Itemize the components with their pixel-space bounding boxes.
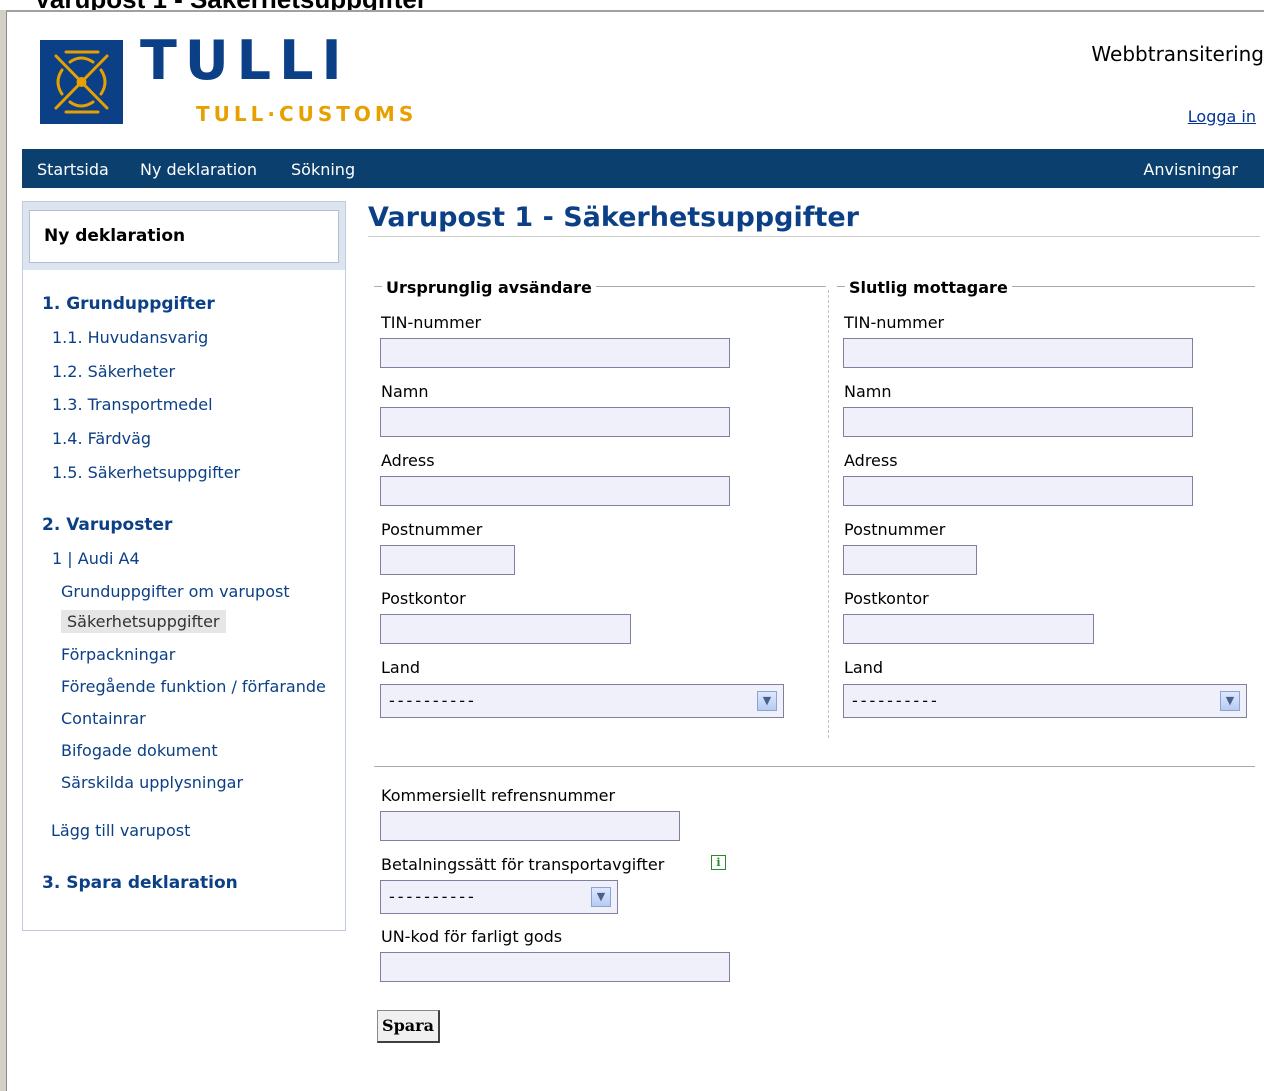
nav-anvisningar[interactable]: Anvisningar xyxy=(1143,160,1238,179)
consignor-legend: Ursprunglig avsändare xyxy=(382,278,596,297)
consignee-country-label: Land xyxy=(844,658,884,677)
sidebar-section-varuposter[interactable]: 2. Varuposter xyxy=(42,515,172,535)
consignee-postcode-label: Postnummer xyxy=(844,520,946,539)
title-divider xyxy=(368,236,1260,237)
sidebar-item-sakerhetsuppgifter[interactable]: 1.5. Säkerhetsuppgifter xyxy=(52,463,240,482)
sidebar-subitem-bifogade-dokument[interactable]: Bifogade dokument xyxy=(61,741,218,760)
sidebar-item-fardvag[interactable]: 1.4. Färdväg xyxy=(52,429,151,448)
sidebar-title-box: Ny deklaration xyxy=(29,210,339,263)
consignee-country-select[interactable]: ---------- ▼ xyxy=(843,684,1247,718)
logo-subtitle: TULL·CUSTOMS xyxy=(196,102,418,126)
window-left-edge xyxy=(0,10,7,1091)
consignee-legend: Slutlig mottagare xyxy=(845,278,1012,297)
consignor-name-field[interactable] xyxy=(380,407,730,437)
page-title: Varupost 1 - Säkerhetsuppgifter xyxy=(368,202,859,233)
customs-emblem-icon xyxy=(40,40,123,124)
consignee-postcode-field[interactable] xyxy=(843,545,977,575)
window-top-edge xyxy=(6,10,1264,12)
consignor-city-field[interactable] xyxy=(380,614,631,644)
sidebar-title: Ny deklaration xyxy=(44,226,186,246)
login-link[interactable]: Logga in xyxy=(1188,107,1256,126)
logo-title: TULLI xyxy=(140,29,350,92)
un-code-field[interactable] xyxy=(380,952,730,982)
chevron-down-icon[interactable]: ▼ xyxy=(1220,691,1240,711)
sidebar-subitem-sarskilda-upplysningar[interactable]: Särskilda upplysningar xyxy=(61,773,243,792)
chevron-down-icon[interactable]: ▼ xyxy=(757,691,777,711)
consignor-postcode-label: Postnummer xyxy=(381,520,483,539)
sidebar-add-item-link[interactable]: Lägg till varupost xyxy=(51,821,190,840)
sidebar-subitem-forpackningar[interactable]: Förpackningar xyxy=(61,645,175,664)
consignor-country-select[interactable]: ---------- ▼ xyxy=(380,684,784,718)
consignor-address-field[interactable] xyxy=(380,476,730,506)
consignor-country-value: ---------- xyxy=(389,691,477,710)
consignee-tin-field[interactable] xyxy=(843,338,1193,368)
consignor-tin-field[interactable] xyxy=(380,338,730,368)
consignor-address-label: Adress xyxy=(381,451,435,470)
nav-ny-deklaration[interactable]: Ny deklaration xyxy=(140,160,257,179)
chevron-down-icon[interactable]: ▼ xyxy=(591,887,611,907)
consignor-postcode-field[interactable] xyxy=(380,545,515,575)
payment-method-select[interactable]: ---------- ▼ xyxy=(380,880,618,914)
fieldset-divider xyxy=(828,290,829,738)
consignee-address-label: Adress xyxy=(844,451,898,470)
info-icon[interactable]: i xyxy=(711,855,726,870)
consignee-name-field[interactable] xyxy=(843,407,1193,437)
sidebar-item-varupost-1[interactable]: 1 | Audi A4 xyxy=(52,549,140,568)
consignee-city-label: Postkontor xyxy=(844,589,929,608)
app-name: Webbtransitering xyxy=(1091,42,1264,66)
consignee-city-field[interactable] xyxy=(843,614,1094,644)
main-navbar: Startsida Ny deklaration Sökning Anvisni… xyxy=(22,149,1264,188)
consignee-country-value: ---------- xyxy=(852,691,940,710)
commercial-ref-label: Kommersiellt refrensnummer xyxy=(381,786,616,805)
commercial-ref-field[interactable] xyxy=(380,811,680,841)
consignee-name-label: Namn xyxy=(844,382,892,401)
section-divider xyxy=(374,766,1255,767)
consignor-tin-label: TIN-nummer xyxy=(381,313,482,332)
sidebar-item-transportmedel[interactable]: 1.3. Transportmedel xyxy=(52,395,213,414)
sidebar: Ny deklaration 1. Grunduppgifter 1.1. Hu… xyxy=(22,201,346,931)
consignee-tin-label: TIN-nummer xyxy=(844,313,945,332)
nav-sokning[interactable]: Sökning xyxy=(291,160,355,179)
cropped-window-title: Varupost 1 - Säkerhetsuppgifter xyxy=(0,0,1264,10)
consignor-city-label: Postkontor xyxy=(381,589,466,608)
un-code-label: UN-kod för farligt gods xyxy=(381,927,563,946)
save-button[interactable]: Spara xyxy=(377,1010,440,1043)
consignee-address-field[interactable] xyxy=(843,476,1193,506)
consignor-name-label: Namn xyxy=(381,382,429,401)
sidebar-item-sakerheter[interactable]: 1.2. Säkerheter xyxy=(52,362,175,381)
sidebar-subitem-sakerhetsuppgifter-active[interactable]: Säkerhetsuppgifter xyxy=(61,610,226,633)
sidebar-subitem-foregaende-funktion[interactable]: Föregående funktion / förfarande xyxy=(61,677,326,696)
consignor-country-label: Land xyxy=(381,658,421,677)
sidebar-item-huvudansvarig[interactable]: 1.1. Huvudansvarig xyxy=(52,328,208,347)
sidebar-header: Ny deklaration xyxy=(23,202,345,270)
sidebar-section-grunduppgifter[interactable]: 1. Grunduppgifter xyxy=(42,294,215,314)
payment-method-value: ---------- xyxy=(389,887,477,906)
sidebar-section-spara-deklaration[interactable]: 3. Spara deklaration xyxy=(42,873,238,893)
nav-startsida[interactable]: Startsida xyxy=(37,160,109,179)
sidebar-subitem-grunduppgifter-om-varupost[interactable]: Grunduppgifter om varupost xyxy=(61,582,290,601)
sidebar-subitem-containrar[interactable]: Containrar xyxy=(61,709,146,728)
payment-method-label: Betalningssätt för transportavgifter xyxy=(381,855,665,874)
